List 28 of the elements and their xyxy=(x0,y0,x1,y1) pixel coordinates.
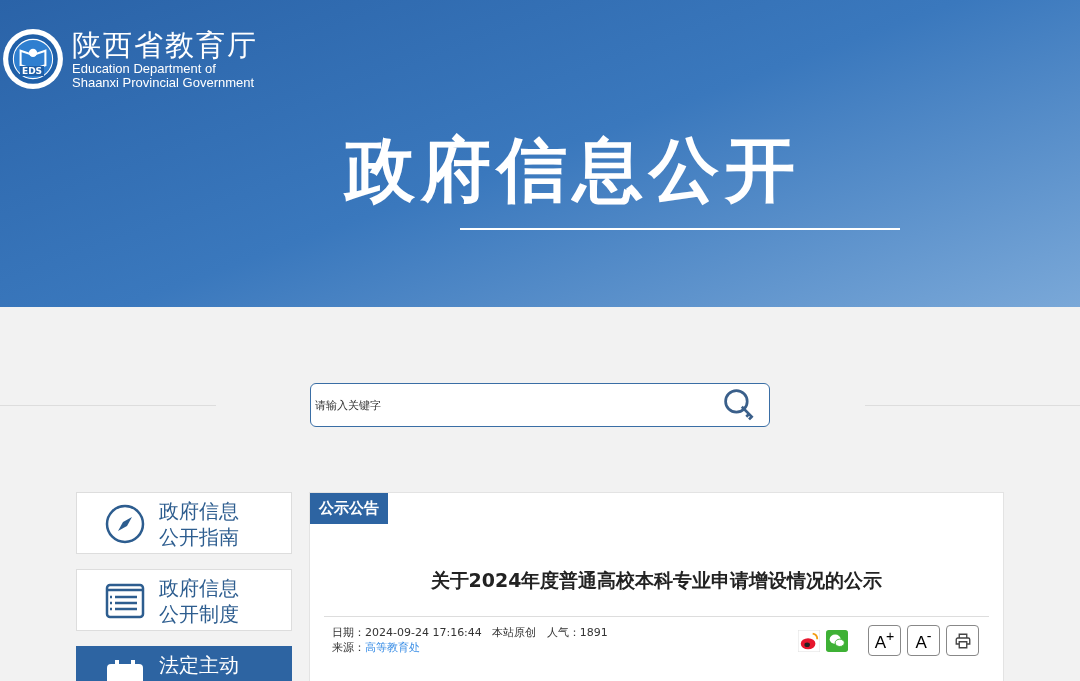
printer-icon xyxy=(953,631,972,650)
sidebar-item-label: 政府信息 xyxy=(159,498,239,524)
emblem-logo-icon xyxy=(2,28,64,90)
sidebar-item-label: 公开制度 xyxy=(159,601,239,627)
sidebar-item[interactable]: 政府信息 公开指南 xyxy=(76,492,292,554)
article-title: 关于2024年度普通高校本科专业申请增设情况的公示 xyxy=(429,568,884,593)
sidebar-item-label: 政府信息 xyxy=(159,575,239,601)
org-name-english: Shaanxi Provincial Government xyxy=(72,76,256,90)
compass-icon xyxy=(105,504,145,544)
org-name: 陕西省教育厅 xyxy=(72,28,258,62)
source-link[interactable]: 高等教育处 xyxy=(365,640,420,655)
article-meta: 日期：2024-09-24 17:16:44 本站原创 人气：1891 xyxy=(332,625,608,640)
sidebar-item-label: 法定主动 xyxy=(159,652,239,678)
font-size-button[interactable]: A$^{+}$ xyxy=(868,625,901,656)
banner-title: 政府信息公开 xyxy=(344,130,801,210)
sidebar-item[interactable]: 政府信息 公开制度 xyxy=(76,569,292,631)
weibo-share-icon[interactable] xyxy=(798,629,820,652)
category-tag: 公示公告 xyxy=(310,493,388,524)
logo-badge-text: EDS xyxy=(20,66,45,76)
sidebar-item-label: 公开指南 xyxy=(159,524,239,550)
source-label: 来源： xyxy=(332,640,365,655)
wechat-share-icon[interactable] xyxy=(826,629,848,652)
org-name-english: Education Department of xyxy=(72,62,217,76)
print-button[interactable] xyxy=(946,625,979,656)
search-field[interactable]: 请输入关键字 xyxy=(310,383,770,427)
list-icon xyxy=(105,581,145,621)
font-size-button[interactable]: A$^{-}$ xyxy=(907,625,940,656)
sidebar-item[interactable]: 法定主动 xyxy=(76,646,292,681)
